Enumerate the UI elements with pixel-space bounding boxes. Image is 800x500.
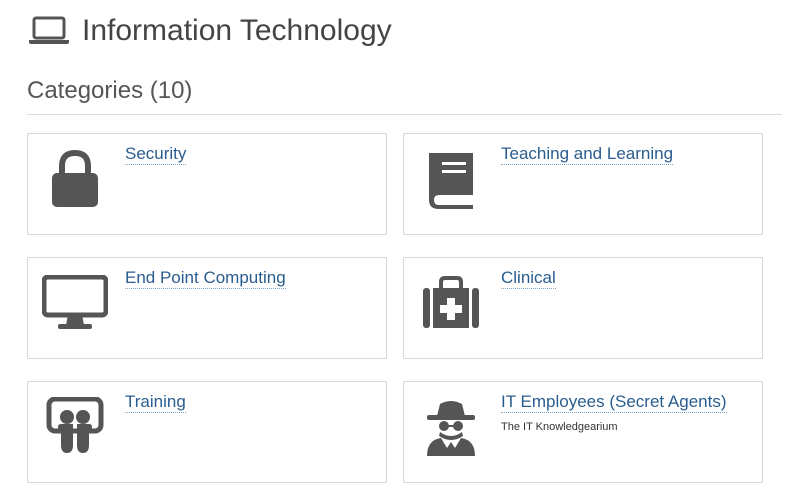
category-link-training[interactable]: Training bbox=[125, 392, 186, 413]
category-link-end-point-computing[interactable]: End Point Computing bbox=[125, 268, 286, 289]
medkit-icon bbox=[418, 270, 484, 336]
slideshare-icon bbox=[42, 394, 108, 460]
page-header: Information Technology bbox=[28, 12, 392, 50]
laptop-icon bbox=[28, 16, 70, 46]
category-description: The IT Knowledgearium bbox=[501, 421, 618, 433]
divider bbox=[27, 114, 782, 115]
category-card-clinical: Clinical bbox=[403, 257, 763, 359]
desktop-icon bbox=[42, 270, 108, 336]
category-card-end-point-computing: End Point Computing bbox=[27, 257, 387, 359]
page-title: Information Technology bbox=[82, 14, 392, 47]
category-card-teaching-and-learning: Teaching and Learning bbox=[403, 133, 763, 235]
page: Information Technology Categories (10) S… bbox=[0, 0, 800, 500]
category-link-clinical[interactable]: Clinical bbox=[501, 268, 556, 289]
category-card-training: Training bbox=[27, 381, 387, 483]
category-card-security: Security bbox=[27, 133, 387, 235]
categories-heading: Categories (10) bbox=[27, 77, 193, 104]
spy-icon bbox=[418, 394, 484, 460]
category-link-security[interactable]: Security bbox=[125, 144, 187, 165]
category-link-it-employees[interactable]: IT Employees (Secret Agents) bbox=[501, 392, 727, 413]
lock-icon bbox=[42, 146, 108, 212]
category-card-it-employees: IT Employees (Secret Agents) The IT Know… bbox=[403, 381, 763, 483]
category-link-teaching-and-learning[interactable]: Teaching and Learning bbox=[501, 144, 674, 165]
book-icon bbox=[418, 146, 484, 212]
